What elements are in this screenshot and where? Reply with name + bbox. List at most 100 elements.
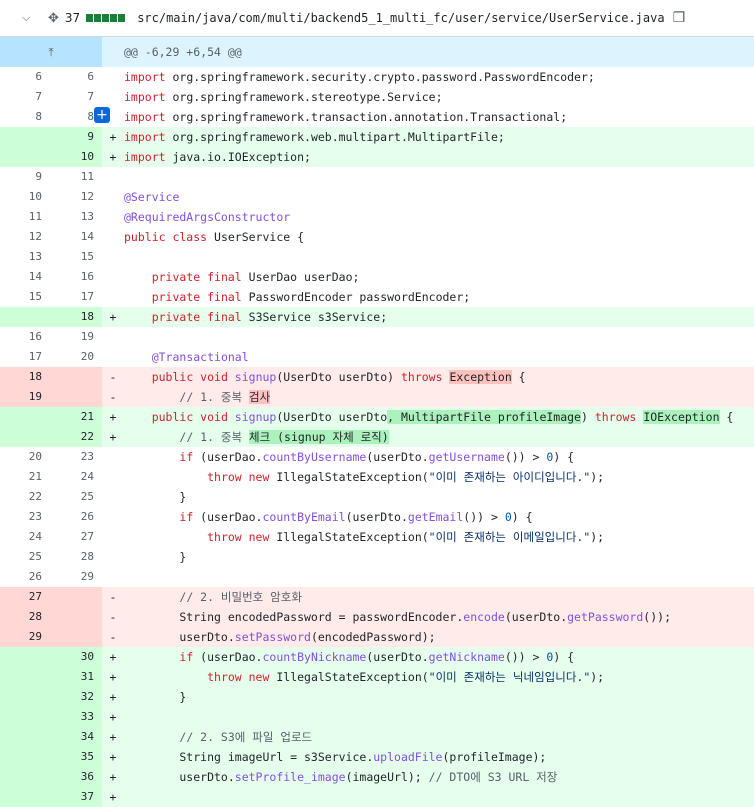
- new-line-number[interactable]: [50, 607, 102, 627]
- old-line-number[interactable]: 28: [0, 607, 50, 627]
- new-line-number[interactable]: 18: [50, 307, 102, 327]
- code-text: userDto.setPassword(encodedPassword);: [124, 627, 754, 647]
- hunk-header: ⤒ @@ -6,29 +6,54 @@: [0, 37, 754, 67]
- old-line-number[interactable]: 9: [0, 167, 50, 187]
- old-line-number[interactable]: 22: [0, 487, 50, 507]
- old-line-number[interactable]: [0, 687, 50, 707]
- code-token: org.springframework.stereotype.Service;: [172, 90, 443, 104]
- added-line: 35 + String imageUrl = s3Service.uploadFi…: [0, 747, 754, 767]
- code-token: IllegalStateException(: [276, 470, 429, 484]
- old-line-number[interactable]: [0, 647, 50, 667]
- new-line-number[interactable]: 27: [50, 527, 102, 547]
- code-token: ()) >: [504, 650, 547, 664]
- old-line-number[interactable]: [0, 407, 50, 427]
- code-token: countByEmail: [262, 510, 346, 524]
- old-line-number[interactable]: 6: [0, 67, 50, 87]
- diffstat: [86, 14, 126, 22]
- code-token: IOException: [643, 410, 720, 424]
- code-text: if (userDao.countByEmail(userDto.getEmai…: [124, 507, 754, 527]
- change-count: 37: [64, 11, 81, 25]
- old-line-number[interactable]: 15: [0, 287, 50, 307]
- new-line-number[interactable]: [50, 387, 102, 407]
- old-line-number[interactable]: 21: [0, 467, 50, 487]
- new-line-number[interactable]: 20: [50, 347, 102, 367]
- new-line-number[interactable]: 21: [50, 407, 102, 427]
- new-line-number[interactable]: [50, 627, 102, 647]
- new-line-number[interactable]: 14: [50, 227, 102, 247]
- new-line-number[interactable]: 12: [50, 187, 102, 207]
- expand-up-icon[interactable]: ⤒: [0, 37, 102, 67]
- new-line-number[interactable]: 11: [50, 167, 102, 187]
- old-line-number[interactable]: 11: [0, 207, 50, 227]
- old-line-number[interactable]: [0, 727, 50, 747]
- old-line-number[interactable]: 27: [0, 587, 50, 607]
- old-line-number[interactable]: 24: [0, 527, 50, 547]
- code-token: "이미 존재하는 아이디입니다.": [428, 470, 591, 484]
- new-line-number[interactable]: 7: [50, 87, 102, 107]
- old-line-number[interactable]: 17: [0, 347, 50, 367]
- code-token: public void: [151, 410, 235, 424]
- new-line-number[interactable]: 34: [50, 727, 102, 747]
- old-line-number[interactable]: 25: [0, 547, 50, 567]
- new-line-number[interactable]: 30: [50, 647, 102, 667]
- old-line-number[interactable]: [0, 787, 50, 807]
- new-line-number[interactable]: 37: [50, 787, 102, 807]
- new-line-number[interactable]: 31: [50, 667, 102, 687]
- new-line-number[interactable]: 32: [50, 687, 102, 707]
- new-line-number[interactable]: 28: [50, 547, 102, 567]
- new-line-number[interactable]: 24: [50, 467, 102, 487]
- add-comment-button[interactable]: +: [94, 107, 110, 123]
- chevron-down-icon[interactable]: ⌵: [22, 11, 36, 25]
- old-line-number[interactable]: 23: [0, 507, 50, 527]
- diff-sign: +: [109, 770, 117, 784]
- new-line-number[interactable]: 13: [50, 207, 102, 227]
- old-line-number[interactable]: 7: [0, 87, 50, 107]
- new-line-number[interactable]: 29: [50, 567, 102, 587]
- new-line-number[interactable]: 9: [50, 127, 102, 147]
- old-line-number[interactable]: [0, 127, 50, 147]
- old-line-number[interactable]: 20: [0, 447, 50, 467]
- old-line-number[interactable]: 12: [0, 227, 50, 247]
- new-line-number[interactable]: 17: [50, 287, 102, 307]
- file-path[interactable]: src/main/java/com/multi/backend5_1_multi…: [137, 11, 664, 25]
- copy-icon[interactable]: ❐: [673, 10, 686, 26]
- code-token: String encodedPassword = passwordEncoder…: [124, 610, 464, 624]
- new-line-number[interactable]: 23: [50, 447, 102, 467]
- old-line-number[interactable]: [0, 307, 50, 327]
- old-line-number[interactable]: 19: [0, 387, 50, 407]
- old-line-number[interactable]: [0, 767, 50, 787]
- old-line-number[interactable]: 18: [0, 367, 50, 387]
- old-line-number[interactable]: 10: [0, 187, 50, 207]
- old-line-number[interactable]: 14: [0, 267, 50, 287]
- new-line-number[interactable]: 33: [50, 707, 102, 727]
- new-line-number[interactable]: 36: [50, 767, 102, 787]
- new-line-number[interactable]: 15: [50, 247, 102, 267]
- added-line: 32 + }: [0, 687, 754, 707]
- new-line-number[interactable]: 16: [50, 267, 102, 287]
- new-line-number[interactable]: 25: [50, 487, 102, 507]
- old-line-number[interactable]: 29: [0, 627, 50, 647]
- new-line-number[interactable]: [50, 367, 102, 387]
- new-line-number[interactable]: 6: [50, 67, 102, 87]
- code-text: @Transactional: [124, 347, 754, 367]
- new-line-number[interactable]: [50, 587, 102, 607]
- old-line-number[interactable]: [0, 707, 50, 727]
- expand-icon[interactable]: ✥: [48, 11, 59, 26]
- old-line-number[interactable]: 8: [0, 107, 50, 127]
- old-line-number[interactable]: 16: [0, 327, 50, 347]
- old-line-number[interactable]: 13: [0, 247, 50, 267]
- new-line-number[interactable]: 10: [50, 147, 102, 167]
- old-line-number[interactable]: 26: [0, 567, 50, 587]
- new-line-number[interactable]: 35: [50, 747, 102, 767]
- new-line-number[interactable]: 19: [50, 327, 102, 347]
- new-line-number[interactable]: 26: [50, 507, 102, 527]
- old-line-number[interactable]: [0, 147, 50, 167]
- code-token: , MultipartFile profileImage: [387, 410, 581, 424]
- new-line-number[interactable]: 22: [50, 427, 102, 447]
- old-line-number[interactable]: [0, 747, 50, 767]
- old-line-number[interactable]: [0, 667, 50, 687]
- added-line: 34 + // 2. S3에 파일 업로드: [0, 727, 754, 747]
- code-token: @Service: [124, 190, 180, 204]
- old-line-number[interactable]: [0, 427, 50, 447]
